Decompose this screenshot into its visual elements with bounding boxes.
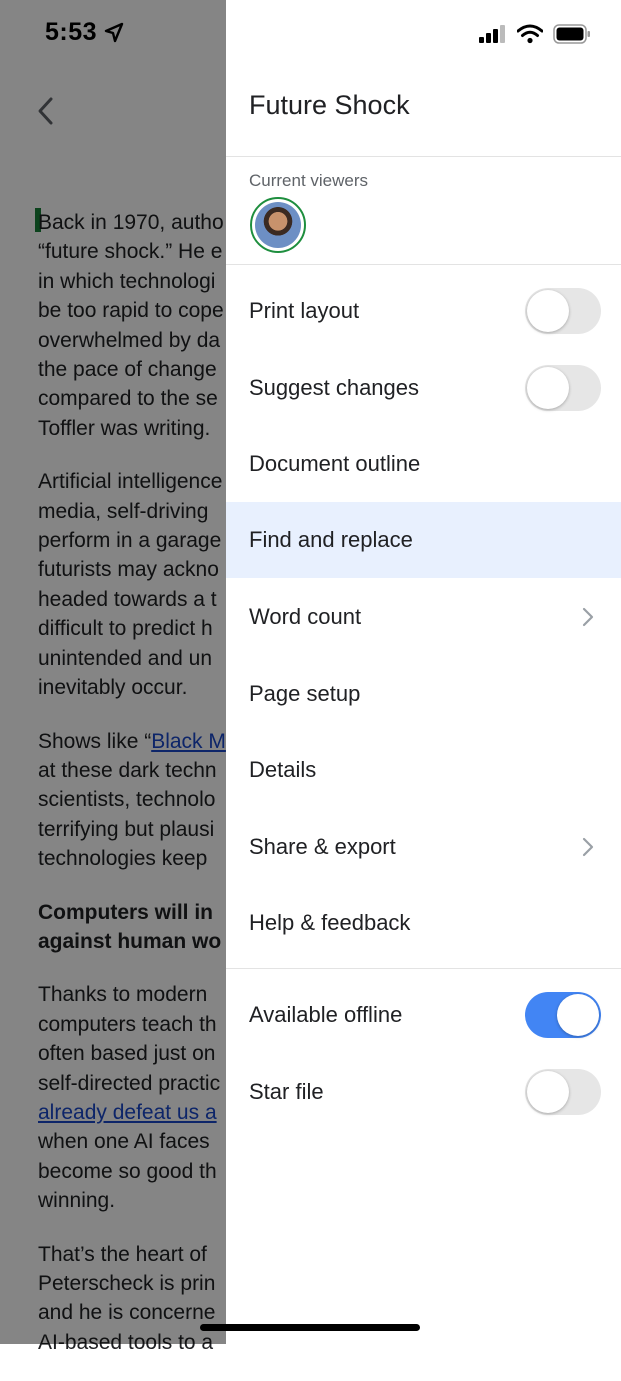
menu-item-document-outline[interactable]: Document outline bbox=[226, 426, 621, 502]
menu-item-label: Document outline bbox=[249, 451, 421, 476]
divider bbox=[226, 264, 621, 265]
toggle-knob bbox=[527, 1071, 569, 1113]
viewer-avatar[interactable] bbox=[250, 197, 306, 253]
chevron-right-icon bbox=[582, 837, 594, 857]
menu-item-label: Print layout bbox=[249, 298, 360, 323]
divider bbox=[226, 156, 621, 157]
menu-item-label: Find and replace bbox=[249, 527, 413, 552]
star-file-toggle[interactable] bbox=[525, 1069, 601, 1115]
menu-item-label: Share & export bbox=[249, 834, 396, 859]
cellular-signal-icon bbox=[479, 25, 505, 43]
chevron-right-icon bbox=[582, 607, 594, 627]
menu-item-label: Page setup bbox=[249, 681, 361, 706]
drawer-title: Future Shock bbox=[249, 90, 410, 120]
suggest-changes-toggle[interactable] bbox=[525, 365, 601, 411]
menu-item-label: Star file bbox=[249, 1079, 324, 1104]
document-menu-drawer: Future Shock Current viewers Print layou… bbox=[226, 0, 621, 1344]
print-layout-toggle[interactable] bbox=[525, 288, 601, 334]
menu-item-print-layout[interactable]: Print layout bbox=[226, 273, 621, 349]
menu-item-label: Word count bbox=[249, 604, 362, 629]
menu-item-suggest-changes[interactable]: Suggest changes bbox=[226, 350, 621, 426]
current-viewers-label: Current viewers bbox=[249, 171, 369, 190]
menu-item-page-setup[interactable]: Page setup bbox=[226, 656, 621, 732]
menu-item-help-feedback[interactable]: Help & feedback bbox=[226, 885, 621, 961]
system-status-icons bbox=[479, 24, 591, 44]
wifi-icon bbox=[517, 24, 543, 44]
avatar-photo bbox=[255, 202, 301, 248]
menu-item-label: Help & feedback bbox=[249, 910, 411, 935]
menu-item-share-export[interactable]: Share & export bbox=[226, 809, 621, 885]
available-offline-toggle[interactable] bbox=[525, 992, 601, 1038]
menu-item-label: Details bbox=[249, 757, 317, 782]
battery-icon bbox=[553, 24, 590, 44]
toggle-knob bbox=[557, 994, 599, 1036]
toggle-knob bbox=[527, 290, 569, 332]
home-indicator[interactable] bbox=[200, 1324, 420, 1331]
menu-item-word-count[interactable]: Word count bbox=[226, 579, 621, 655]
divider bbox=[226, 968, 621, 969]
toggle-knob bbox=[527, 367, 569, 409]
menu-item-available-offline[interactable]: Available offline bbox=[226, 977, 621, 1053]
menu-item-star-file[interactable]: Star file bbox=[226, 1054, 621, 1130]
menu-item-label: Suggest changes bbox=[249, 375, 420, 400]
menu-item-label: Available offline bbox=[249, 1002, 403, 1027]
menu-item-find-and-replace[interactable]: Find and replace bbox=[226, 502, 621, 578]
menu-item-details[interactable]: Details bbox=[226, 732, 621, 808]
